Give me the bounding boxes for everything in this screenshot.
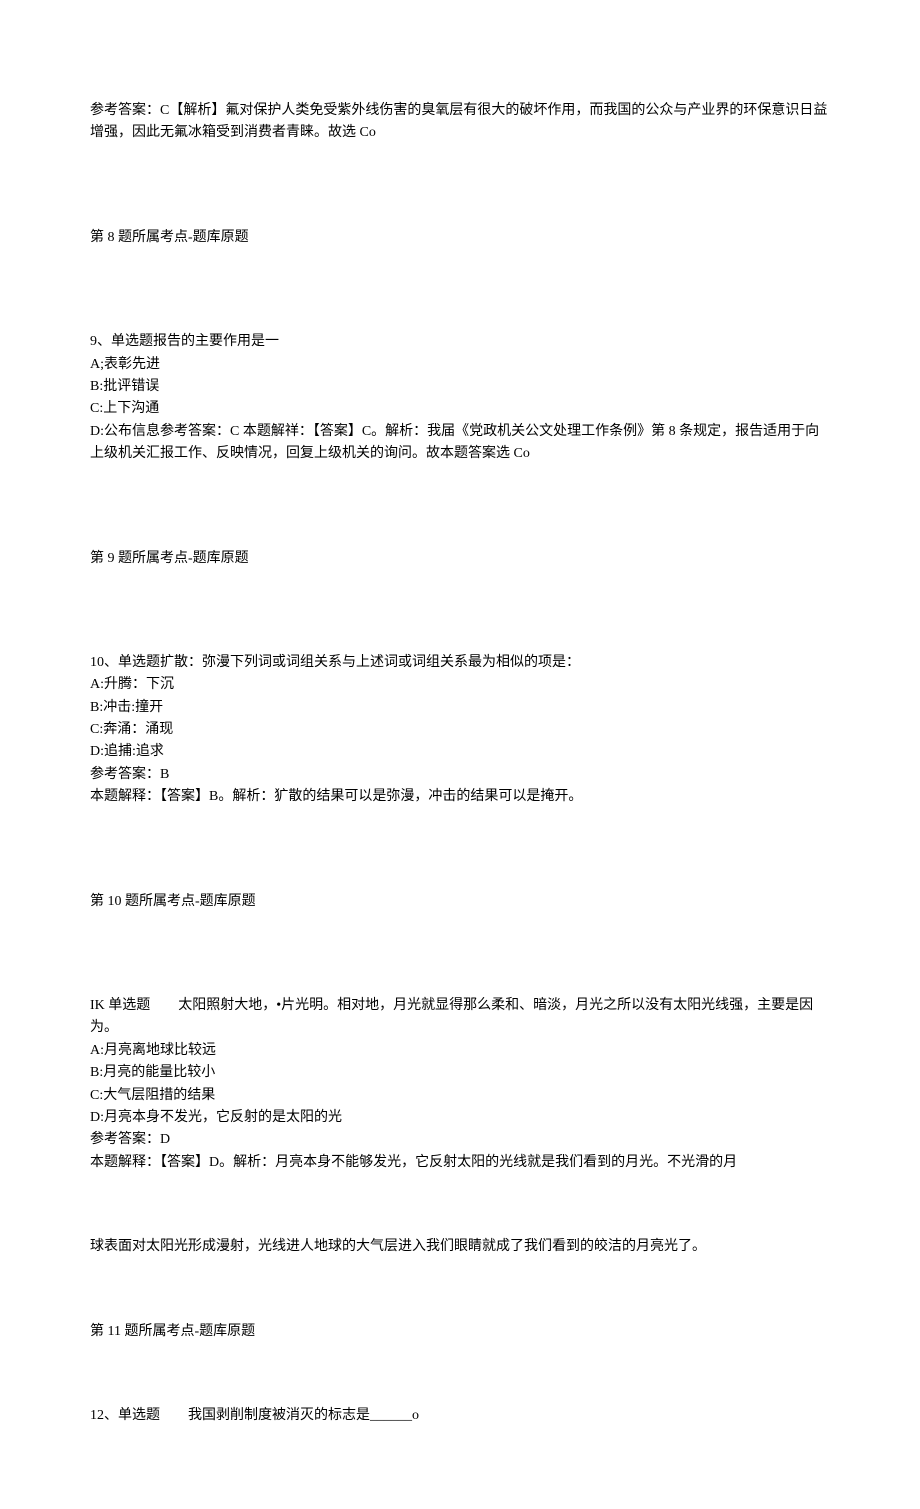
q10-option-c: C:奔涌：涌现 [90,719,830,741]
q10-answer: 参考答案：B [90,764,830,786]
q11-explain2-block: 球表面对太阳光形成漫射，光线进人地球的大气层进入我们眼睛就成了我们看到的皎洁的月… [90,1236,830,1258]
q11-answer: 参考答案：D [90,1129,830,1151]
q10-block: 10、单选题扩散：弥漫下列词或词组关系与上述词或词组关系最为相似的项是： A:升… [90,652,830,809]
q8-answer-text: 参考答案：C【解析】氟对保护人类免受紫外线伤害的臭氧层有很大的破坏作用，而我国的… [90,100,830,145]
q9-option-a: A;表彰先进 [90,354,830,376]
q10-option-d: D:追捕:追求 [90,741,830,763]
q10-option-a: A:升腾：下沉 [90,674,830,696]
q10-tag: 第 10 题所属考点-题库原题 [90,891,830,913]
spacer [90,488,830,548]
q12-block: 12、单选题 我国剥削制度被消灭的标志是______o [90,1405,830,1427]
q11-stem: IK 单选题 太阳照射大地，•片光明。相对地，月光就显得那么柔和、暗淡，月光之所… [90,995,830,1040]
q12-stem: 12、单选题 我国剥削制度被消灭的标志是______o [90,1405,830,1427]
q11-explain1: 本题解释：【答案】D。解析：月亮本身不能够发光，它反射太阳的光线就是我们看到的月… [90,1152,830,1174]
q9-block: 9、单选题报告的主要作用是一 A;表彰先进 B:批评错误 C:上下沟通 D:公布… [90,331,830,465]
q8-tag-text: 第 8 题所属考点-题库原题 [90,227,830,249]
spacer [90,592,830,652]
spacer [90,1365,830,1405]
q10-stem: 10、单选题扩散：弥漫下列词或词组关系与上述词或词组关系最为相似的项是： [90,652,830,674]
q10-option-b: B:冲击:撞开 [90,697,830,719]
q9-option-c: C:上下沟通 [90,398,830,420]
spacer [90,1196,830,1236]
q11-option-d: D:月亮本身不发光，它反射的是太阳的光 [90,1107,830,1129]
spacer [90,271,830,331]
q9-tag: 第 9 题所属考点-题库原题 [90,548,830,570]
spacer [90,167,830,227]
q11-block: IK 单选题 太阳照射大地，•片光明。相对地，月光就显得那么柔和、暗淡，月光之所… [90,995,830,1174]
q8-answer-block: 参考答案：C【解析】氟对保护人类免受紫外线伤害的臭氧层有很大的破坏作用，而我国的… [90,100,830,145]
q10-tag-text: 第 10 题所属考点-题库原题 [90,891,830,913]
spacer [90,935,830,995]
q11-option-c: C:大气层阻措的结果 [90,1085,830,1107]
q11-tag-text: 第 11 题所属考点-题库原题 [90,1321,830,1343]
q8-tag: 第 8 题所属考点-题库原题 [90,227,830,249]
q9-tag-text: 第 9 题所属考点-题库原题 [90,548,830,570]
q11-explain2: 球表面对太阳光形成漫射，光线进人地球的大气层进入我们眼睛就成了我们看到的皎洁的月… [90,1236,830,1258]
q9-option-b: B:批评错误 [90,376,830,398]
q11-option-a: A:月亮离地球比较远 [90,1040,830,1062]
q11-option-b: B:月亮的能量比较小 [90,1062,830,1084]
q9-option-d-and-answer: D:公布信息参考答案：C 本题解祥：【答案】C。解析：我届《党政机关公文处理工作… [90,421,830,466]
q10-explain: 本题解释：【答案】B。解析：犷散的结果可以是弥漫，冲击的结果可以是掩开。 [90,786,830,808]
q11-tag: 第 11 题所属考点-题库原题 [90,1321,830,1343]
spacer [90,831,830,891]
q9-stem: 9、单选题报告的主要作用是一 [90,331,830,353]
